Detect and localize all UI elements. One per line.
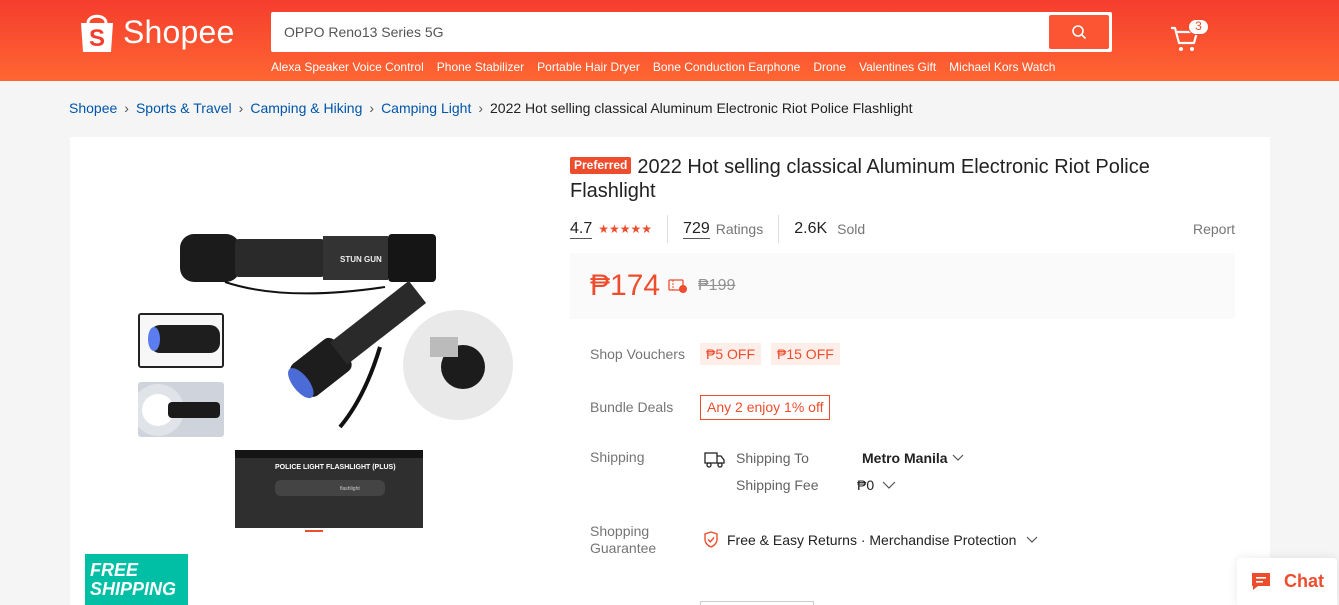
original-price: ₱199: [698, 277, 736, 294]
gallery-thumbnail[interactable]: [138, 313, 224, 368]
shopee-logo[interactable]: S Shopee: [78, 10, 235, 54]
chat-button[interactable]: Chat: [1237, 558, 1337, 605]
quantity-stepper[interactable]: [700, 601, 814, 605]
chevron-right-icon: ›: [369, 100, 375, 116]
search-suggestions: Alexa Speaker Voice Control Phone Stabil…: [271, 60, 1055, 74]
search-icon: [1072, 25, 1087, 40]
sold-label: Sold: [837, 221, 866, 237]
rating-value: 4.7: [570, 220, 593, 239]
gallery-thumbnail[interactable]: [138, 382, 224, 437]
cart-count-badge: 3: [1188, 19, 1209, 35]
shipping-fee-selector[interactable]: ₱0: [857, 477, 896, 493]
breadcrumb: Shopee › Sports & Travel › Camping & Hik…: [69, 100, 913, 116]
chevron-right-icon: ›: [478, 100, 484, 116]
breadcrumb-link[interactable]: Sports & Travel: [136, 100, 232, 116]
suggestion-link[interactable]: Portable Hair Dryer: [537, 60, 640, 74]
guarantee-selector[interactable]: Free & Easy Returns · Merchandise Protec…: [703, 531, 1038, 548]
suggestion-link[interactable]: Phone Stabilizer: [437, 60, 524, 74]
guarantee-value: Free & Easy Returns · Merchandise Protec…: [727, 531, 1017, 548]
voucher-chip[interactable]: ₱15 OFF: [771, 343, 840, 365]
free-shipping-text: SHIPPING: [90, 579, 177, 599]
breadcrumb-link[interactable]: Camping Light: [381, 100, 471, 116]
search-bar: [271, 12, 1112, 52]
shopping-bag-icon: S: [78, 10, 116, 54]
shipping-to-value: Metro Manila: [862, 450, 948, 466]
voucher-tag-icon[interactable]: [668, 277, 688, 293]
sold-stat: 2.6K Sold: [794, 220, 865, 238]
product-title: 2022 Hot selling classical Aluminum Elec…: [570, 156, 1150, 202]
sold-count: 2.6K: [794, 220, 828, 237]
shield-check-icon: [704, 531, 718, 548]
preferred-badge: Preferred: [570, 157, 632, 174]
suggestion-link[interactable]: Michael Kors Watch: [949, 60, 1055, 74]
box-label: POLICE LIGHT FLASHLIGHT (PLUS): [275, 464, 396, 471]
product-stats: 4.7 ★★★★★ 729 Ratings 2.6K Sold Report: [570, 214, 1235, 244]
star-rating-icon: ★★★★★: [598, 222, 653, 236]
free-shipping-text: FREE: [90, 560, 139, 580]
shopping-guarantee-label: Shopping Guarantee: [590, 523, 656, 557]
search-button[interactable]: [1049, 15, 1109, 49]
chevron-down-icon: [1027, 536, 1038, 543]
top-header: S Shopee 3 Alexa Speaker Voice Control P…: [0, 0, 1339, 81]
shipping-to-label: Shipping To: [736, 450, 809, 466]
bundle-deal-chip[interactable]: Any 2 enjoy 1% off: [700, 395, 831, 420]
guarantee-label-line: Guarantee: [590, 540, 657, 556]
divider: [778, 215, 780, 243]
breadcrumb-link[interactable]: Camping & Hiking: [250, 100, 362, 116]
suggestion-link[interactable]: Drone: [813, 60, 846, 74]
bundle-deals-label: Bundle Deals: [590, 399, 674, 415]
truck-icon: [704, 452, 725, 468]
chat-icon: [1252, 572, 1270, 590]
rating-stat[interactable]: 4.7 ★★★★★: [570, 219, 652, 239]
guarantee-label-line: Shopping: [590, 523, 650, 539]
breadcrumb-current: 2022 Hot selling classical Aluminum Elec…: [490, 100, 913, 116]
brand-name: Shopee: [123, 13, 235, 50]
box-sub-label: flashlight: [340, 486, 360, 492]
chevron-down-icon: [952, 454, 964, 461]
svg-text:S: S: [89, 25, 105, 52]
chat-label: Chat: [1284, 571, 1324, 591]
shop-vouchers-label: Shop Vouchers: [590, 346, 685, 362]
shipping-fee-value: ₱0: [857, 477, 875, 493]
ratings-label: Ratings: [715, 221, 764, 237]
chevron-right-icon: ›: [238, 100, 244, 116]
shipping-label: Shipping: [590, 449, 645, 465]
shipping-fee-label: Shipping Fee: [736, 477, 819, 493]
ratings-stat[interactable]: 729 Ratings: [683, 219, 763, 239]
chevron-down-icon: [882, 481, 896, 489]
search-input[interactable]: [271, 12, 1041, 52]
stun-gun-label: STUN GUN: [340, 255, 382, 264]
chevron-right-icon: ›: [124, 100, 129, 116]
product-title-row: Preferred 2022 Hot selling classical Alum…: [570, 155, 1235, 203]
free-shipping-badge: FREE SHIPPING: [85, 554, 188, 605]
product-gallery: STUN GUN POLICE LIGHT FLASHLIGHT (PLUS) …: [85, 137, 550, 605]
report-button[interactable]: Report: [1193, 221, 1235, 237]
product-info: Preferred 2022 Hot selling classical Alum…: [570, 155, 1235, 203]
voucher-chip[interactable]: ₱5 OFF: [700, 343, 762, 365]
current-price: ₱174: [590, 269, 661, 302]
divider: [667, 215, 669, 243]
suggestion-link[interactable]: Alexa Speaker Voice Control: [271, 60, 424, 74]
breadcrumb-link[interactable]: Shopee: [69, 100, 117, 116]
shipping-to-selector[interactable]: Metro Manila: [862, 450, 964, 466]
suggestion-link[interactable]: Valentines Gift: [859, 60, 936, 74]
suggestion-link[interactable]: Bone Conduction Earphone: [653, 60, 800, 74]
price-box: ₱174 ₱199: [570, 253, 1235, 319]
ratings-count: 729: [683, 220, 710, 239]
